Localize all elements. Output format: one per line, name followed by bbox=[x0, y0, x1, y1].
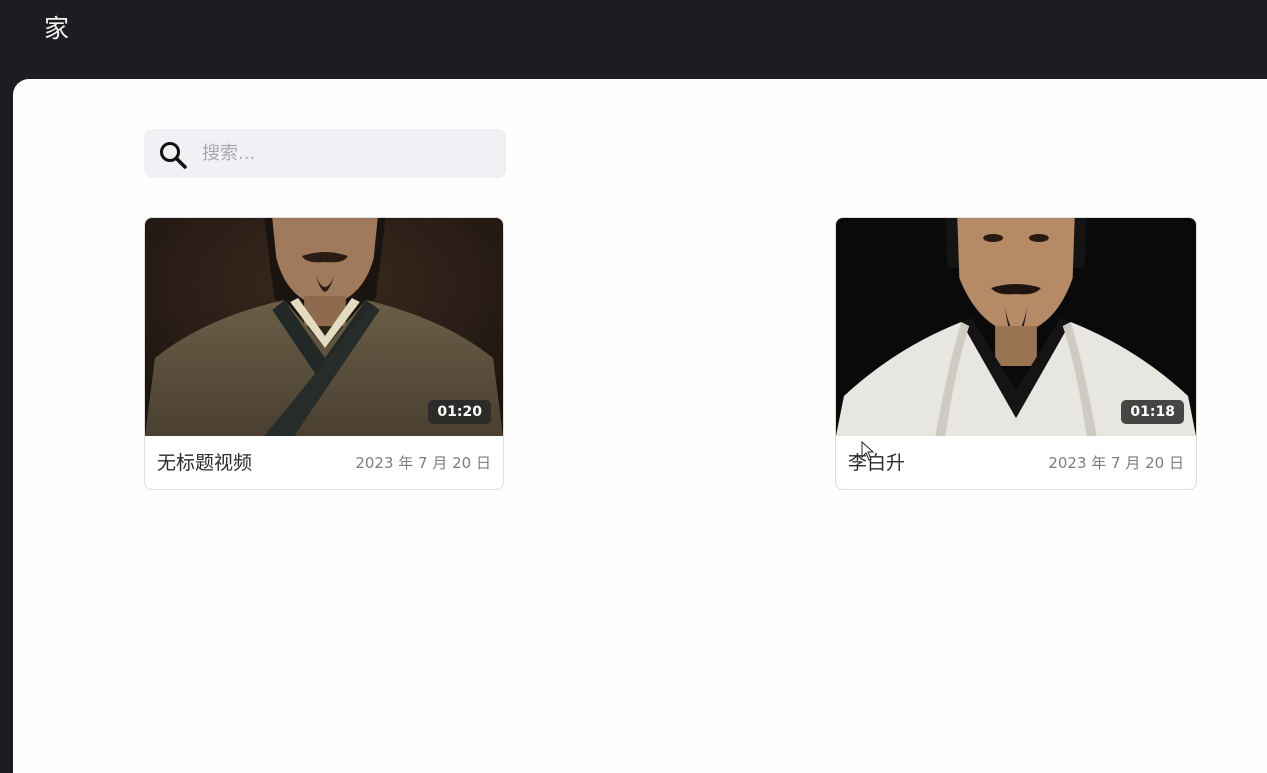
video-date: 2023 年 7 月 20 日 bbox=[355, 454, 491, 472]
duration-badge: 01:18 bbox=[1121, 400, 1184, 424]
page-title: 家 bbox=[44, 14, 70, 43]
video-thumbnail[interactable]: 01:18 bbox=[836, 218, 1196, 436]
video-title[interactable]: 无标题视频 bbox=[157, 450, 252, 476]
search-icon bbox=[160, 142, 187, 169]
video-date: 2023 年 7 月 20 日 bbox=[1048, 454, 1184, 472]
duration-badge: 01:20 bbox=[428, 400, 491, 424]
video-thumbnail[interactable]: 01:20 bbox=[145, 218, 503, 436]
top-bar: 家 bbox=[0, 0, 1267, 80]
search-input[interactable] bbox=[202, 137, 492, 169]
video-card[interactable]: 01:20 无标题视频 2023 年 7 月 20 日 bbox=[144, 217, 504, 490]
search-bar[interactable] bbox=[144, 129, 506, 178]
video-title[interactable]: 李白升 bbox=[848, 450, 905, 476]
video-card[interactable]: 01:18 李白升 2023 年 7 月 20 日 bbox=[835, 217, 1197, 490]
mouse-pointer-icon bbox=[861, 441, 875, 461]
main-content: 01:20 无标题视频 2023 年 7 月 20 日 bbox=[13, 79, 1267, 773]
